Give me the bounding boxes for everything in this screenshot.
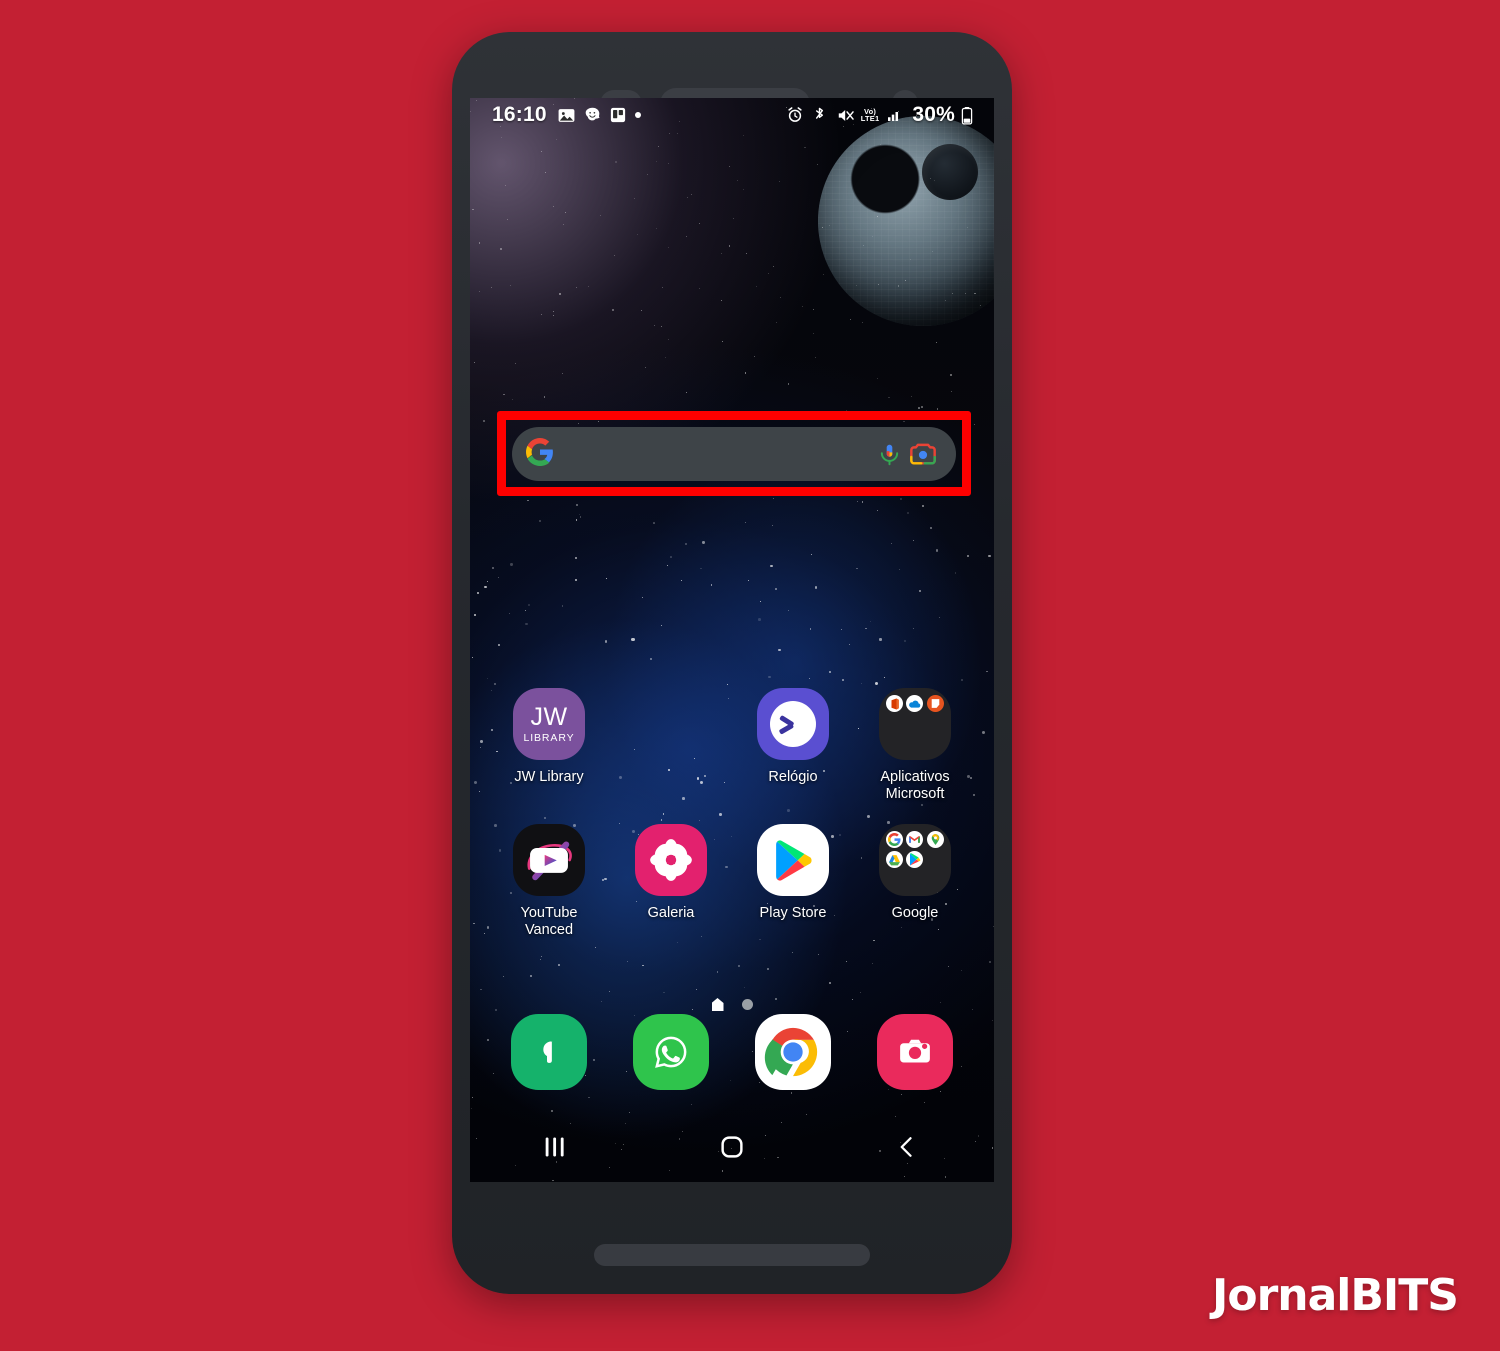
app-label: Play Store [759, 905, 827, 922]
phone-device: 16:10 Vo) LTE1 30% JW LIBRARY JW Library… [452, 32, 1012, 1294]
bottom-speaker-grille [594, 1244, 870, 1266]
page-dot-2[interactable] [741, 999, 753, 1010]
status-bar: 16:10 Vo) LTE1 30% [470, 98, 994, 132]
google-folder-icon[interactable] [879, 824, 951, 897]
app-galeria[interactable]: Galeria [610, 824, 732, 938]
jw-library-icon[interactable]: JW LIBRARY [513, 688, 585, 760]
whatsapp-icon[interactable] [633, 1014, 709, 1090]
app-label: Google [891, 905, 939, 922]
youtube-vanced-icon[interactable] [513, 824, 585, 897]
folder-preview-grid [886, 831, 944, 869]
dock-item-chrome[interactable] [732, 1014, 854, 1090]
phone-screen[interactable]: 16:10 Vo) LTE1 30% JW LIBRARY JW Library… [470, 98, 994, 1182]
dock [470, 1014, 994, 1090]
navigation-bar [470, 1112, 994, 1182]
camera-icon[interactable] [877, 1014, 953, 1090]
app-grid: JW LIBRARY JW Library Relógio Aplicativo… [470, 688, 994, 939]
status-bar-right: Vo) LTE1 30% [786, 103, 980, 127]
jw-library-sub: LIBRARY [523, 731, 575, 744]
bluetooth-icon [811, 106, 830, 125]
search-bar-highlight-box [497, 411, 971, 496]
jw-library-initials: JW [530, 702, 568, 731]
app-label: Relógio [768, 769, 818, 785]
app-label: JW Library [514, 769, 584, 785]
home-icon[interactable] [697, 1124, 767, 1170]
phone-icon[interactable] [511, 1014, 587, 1090]
google-icon [886, 831, 903, 849]
mute-icon [836, 106, 855, 125]
folder-preview-grid [886, 695, 944, 712]
clock-icon[interactable] [757, 688, 829, 760]
trello-icon [609, 106, 628, 125]
app-relogio[interactable]: Relógio [732, 688, 854, 802]
app-label: YouTube Vanced [520, 905, 578, 939]
status-clock: 16:10 [492, 103, 547, 126]
back-icon[interactable] [872, 1124, 942, 1170]
drive-icon [886, 851, 903, 869]
app-row: YouTube Vanced Galeria Play Store Google [470, 824, 994, 938]
app-row: JW LIBRARY JW Library Relógio Aplicativo… [470, 688, 994, 802]
gallery-icon [557, 106, 576, 125]
watermark-logo: JornalBITS [1211, 1270, 1459, 1321]
dock-item-phone[interactable] [488, 1014, 610, 1090]
gallery-app-icon[interactable] [635, 824, 707, 897]
app-label: Galeria [647, 905, 695, 922]
chrome-icon[interactable] [755, 1014, 831, 1090]
gmail-icon [906, 831, 924, 849]
page-dot-home-icon[interactable] [711, 998, 724, 1011]
microsoft-folder-icon[interactable] [879, 688, 951, 760]
app-play-store[interactable]: Play Store [732, 824, 854, 938]
dock-item-whatsapp[interactable] [610, 1014, 732, 1090]
battery-icon [961, 106, 980, 125]
waze-icon [583, 106, 602, 125]
folder-google[interactable]: Google [854, 824, 976, 938]
play-store-icon[interactable] [757, 824, 829, 897]
office-icon [886, 695, 903, 712]
onedrive-icon [906, 695, 924, 712]
page-indicator [470, 998, 994, 1011]
play-icon [906, 851, 924, 869]
battery-percent-label: 30% [912, 103, 955, 126]
recents-icon[interactable] [522, 1124, 592, 1170]
app-label: Aplicativos Microsoft [880, 769, 950, 802]
app-youtube-vanced[interactable]: YouTube Vanced [488, 824, 610, 938]
status-bar-left: 16:10 [492, 103, 641, 127]
dock-item-camera[interactable] [854, 1014, 976, 1090]
alarm-icon [786, 106, 805, 125]
folder-aplicativos-microsoft[interactable]: Aplicativos Microsoft [854, 688, 976, 802]
sticky-notes-icon [926, 695, 944, 712]
signal-icon [885, 106, 904, 125]
volte-bottom-label: LTE1 [860, 114, 880, 123]
app-jw-library[interactable]: JW LIBRARY JW Library [488, 688, 610, 802]
volte-icon: Vo) LTE1 [860, 107, 880, 123]
maps-icon [926, 831, 944, 849]
clock-dial [770, 701, 816, 747]
notification-dot-icon [634, 112, 641, 118]
